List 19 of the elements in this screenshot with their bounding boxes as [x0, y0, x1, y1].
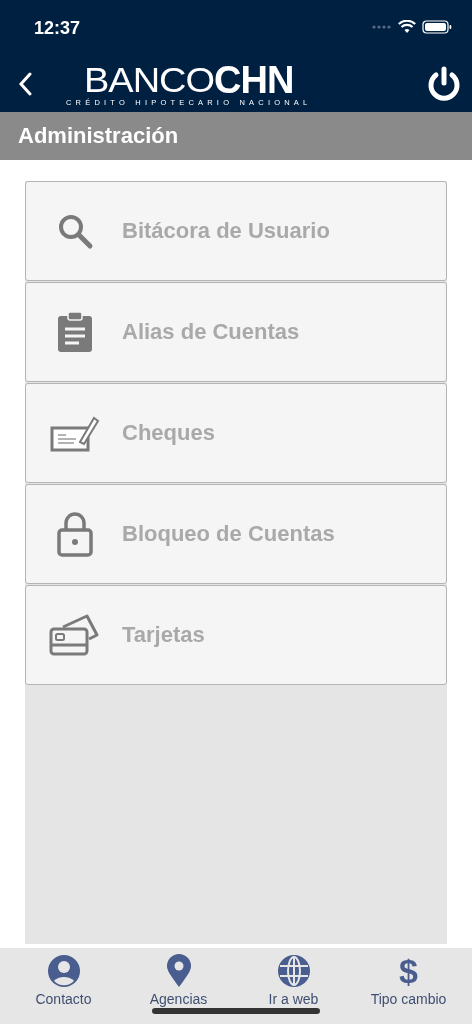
battery-icon — [422, 19, 452, 34]
tab-item[interactable]: Contacto — [6, 948, 121, 1024]
wifi-icon — [398, 19, 416, 34]
menu-item[interactable]: Bitácora de Usuario — [25, 181, 447, 281]
tab-item[interactable]: $ Tipo cambio — [351, 948, 466, 1024]
signal-icon — [372, 24, 392, 29]
dollar-icon: $ — [399, 954, 418, 988]
menu-item[interactable]: Alias de Cuentas — [25, 282, 447, 382]
lock-icon — [57, 511, 93, 557]
status-time: 12:37 — [34, 17, 81, 39]
cards-icon — [49, 613, 101, 657]
globe-icon — [276, 954, 311, 988]
menu-item[interactable]: Bloqueo de Cuentas — [25, 484, 447, 584]
clipboard-icon — [55, 311, 95, 353]
person-icon — [46, 954, 81, 988]
location-pin-icon — [165, 954, 192, 988]
section-title: Administración — [18, 123, 179, 149]
menu-item[interactable]: Tarjetas — [25, 585, 447, 685]
menu-item[interactable]: Cheques — [25, 383, 447, 483]
